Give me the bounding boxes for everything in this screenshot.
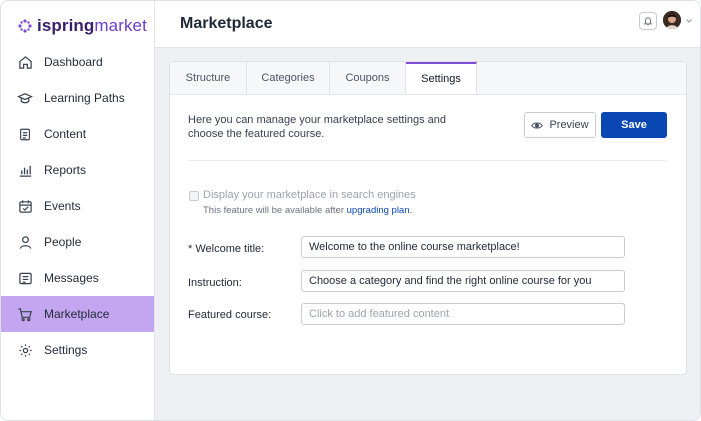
top-bar: Marketplace [155, 1, 700, 48]
sidebar-item-events[interactable]: Events [1, 188, 154, 224]
tab-settings[interactable]: Settings [406, 62, 477, 94]
tab-categories[interactable]: Categories [247, 62, 330, 94]
sidebar-item-label: Messages [44, 271, 99, 285]
settings-card: Structure Categories Coupons Settings He… [169, 61, 687, 375]
welcome-title-input[interactable]: Welcome to the online course marketplace… [301, 236, 625, 258]
sidebar-item-content[interactable]: Content [1, 116, 154, 152]
preview-label: Preview [549, 119, 589, 131]
featured-course-label: Featured course: [188, 309, 272, 321]
calendar-icon [17, 198, 33, 214]
page-title: Marketplace [180, 15, 273, 32]
sidebar-item-reports[interactable]: Reports [1, 152, 154, 188]
preview-button[interactable]: Preview [524, 112, 596, 138]
avatar[interactable] [663, 11, 681, 29]
sidebar-item-people[interactable]: People [1, 224, 154, 260]
cart-icon [17, 306, 33, 322]
sidebar-item-label: Marketplace [44, 307, 110, 321]
tab-structure[interactable]: Structure [170, 62, 247, 94]
divider [188, 160, 666, 161]
featured-course-input[interactable]: Click to add featured content [301, 303, 625, 325]
sidebar-item-learning-paths[interactable]: Learning Paths [1, 80, 154, 116]
notifications-bell-icon[interactable] [639, 12, 657, 30]
save-button[interactable]: Save [601, 112, 667, 138]
sidebar-item-label: Reports [44, 163, 87, 177]
sidebar-item-label: Settings [44, 343, 88, 357]
sidebar-item-messages[interactable]: Messages [1, 260, 154, 296]
ispring-market-logo[interactable]: ispringmarket [17, 15, 147, 37]
instruction-input[interactable]: Choose a category and find the right onl… [301, 270, 625, 292]
tab-bar: Structure Categories Coupons Settings [170, 62, 686, 95]
sidebar-item-label: Learning Paths [44, 91, 125, 105]
app-window: ispringmarket Dashboard Learning Paths C… [0, 0, 701, 421]
message-icon [17, 270, 33, 286]
sidebar-item-label: Dashboard [44, 55, 103, 69]
chevron-down-icon[interactable] [685, 17, 693, 25]
gear-icon [17, 342, 33, 358]
sidebar-nav: Dashboard Learning Paths Content Reports… [1, 44, 154, 368]
upgrading-plan-link[interactable]: upgrading plan [347, 205, 410, 216]
welcome-title-label: * Welcome title: [188, 243, 265, 255]
bar-chart-icon [17, 162, 33, 178]
graduation-cap-icon [17, 90, 33, 106]
sidebar-item-label: Content [44, 127, 87, 141]
sidebar-item-label: People [44, 235, 82, 249]
logo-text: ispringmarket [37, 16, 147, 35]
sidebar: ispringmarket Dashboard Learning Paths C… [1, 1, 155, 420]
settings-description: Here you can manage your marketplace set… [188, 114, 447, 140]
instruction-label: Instruction: [188, 277, 242, 289]
eye-icon [531, 121, 544, 129]
search-engines-label: Display your marketplace in search engin… [203, 189, 416, 201]
upgrade-note: This feature will be available after upg… [203, 205, 413, 216]
search-engines-checkbox[interactable] [189, 191, 199, 201]
sidebar-item-marketplace[interactable]: Marketplace [1, 296, 154, 332]
sidebar-item-dashboard[interactable]: Dashboard [1, 44, 154, 80]
sidebar-item-settings[interactable]: Settings [1, 332, 154, 368]
content-icon [17, 126, 33, 142]
spark-logo-icon [18, 19, 32, 33]
tab-coupons[interactable]: Coupons [330, 62, 406, 94]
sidebar-item-label: Events [44, 199, 81, 213]
home-icon [17, 54, 33, 70]
tab-bar-filler [477, 62, 686, 94]
person-icon [17, 234, 33, 250]
